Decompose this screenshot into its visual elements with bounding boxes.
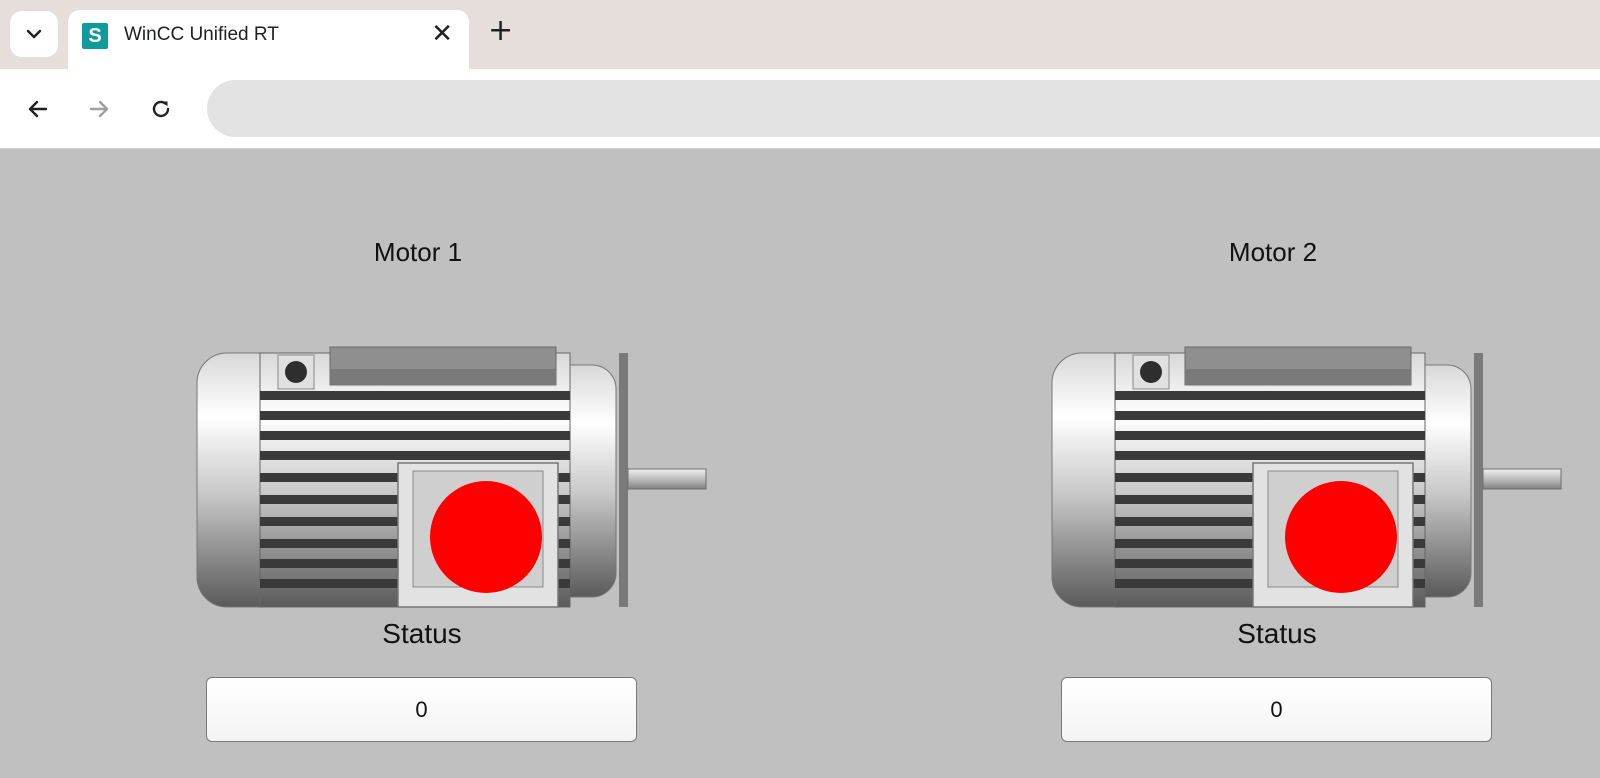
browser-toolbar <box>0 69 1600 149</box>
reload-icon <box>152 100 170 118</box>
motor-1-status-label: Status <box>382 618 462 649</box>
motor-2-title: Motor 2 <box>1228 237 1318 267</box>
forward-button[interactable] <box>83 93 115 125</box>
browser-tab-strip: S WinCC Unified RT ✕ + <box>0 0 1600 69</box>
arrow-left-icon <box>28 100 48 118</box>
tab-search-button[interactable] <box>10 11 58 57</box>
motor-2-status-label: Status <box>1237 618 1317 649</box>
siemens-favicon-icon: S <box>82 23 108 49</box>
hmi-screen: Motor 1 Status 0 Motor 2 Status 0 <box>0 149 1600 778</box>
arrow-right-icon <box>89 100 109 118</box>
motor-1-status-field: 0 <box>206 677 637 742</box>
motor-1-title: Motor 1 <box>373 237 463 267</box>
new-tab-button[interactable]: + <box>488 16 513 46</box>
address-bar[interactable] <box>207 80 1600 137</box>
browser-tab[interactable]: S WinCC Unified RT ✕ <box>68 10 469 69</box>
motor-1-status-indicator <box>430 481 542 593</box>
motor-2-status-field: 0 <box>1061 677 1492 742</box>
close-tab-button[interactable]: ✕ <box>431 21 453 47</box>
reload-button[interactable] <box>145 93 177 125</box>
chevron-down-icon <box>26 29 42 39</box>
back-button[interactable] <box>22 93 54 125</box>
tab-title: WinCC Unified RT <box>124 24 279 45</box>
motor-2-status-indicator <box>1285 481 1397 593</box>
